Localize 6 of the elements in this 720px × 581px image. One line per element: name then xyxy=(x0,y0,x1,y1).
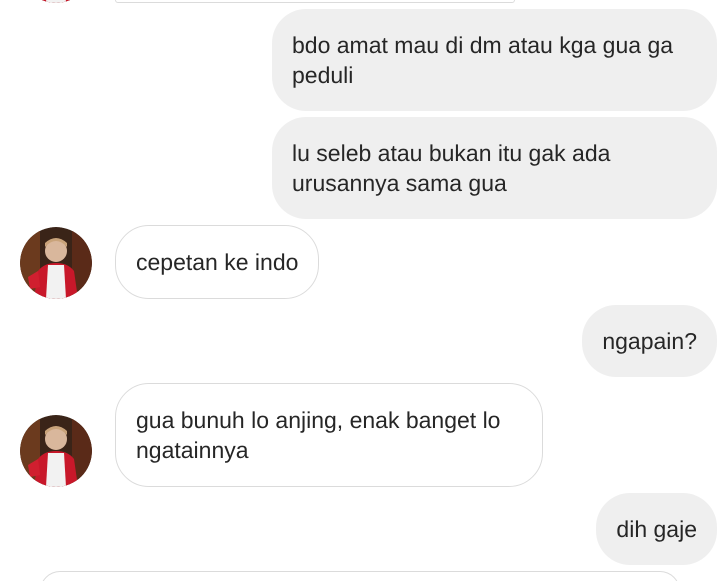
message-bubble: cepetan ke indo xyxy=(115,225,320,299)
message-bubble: lu seleb atau bukan itu gak ada urusannya sama gua xyxy=(272,117,717,219)
message-bubble: ngapain? xyxy=(582,305,717,377)
message-bubble: bdo amat mau di dm atau kga gua ga peduli xyxy=(272,9,717,111)
message-bubble: dih gaje xyxy=(596,493,717,565)
message-bubble: gua bunuh lo anjing, enak banget lo ngatainnya xyxy=(115,383,543,487)
